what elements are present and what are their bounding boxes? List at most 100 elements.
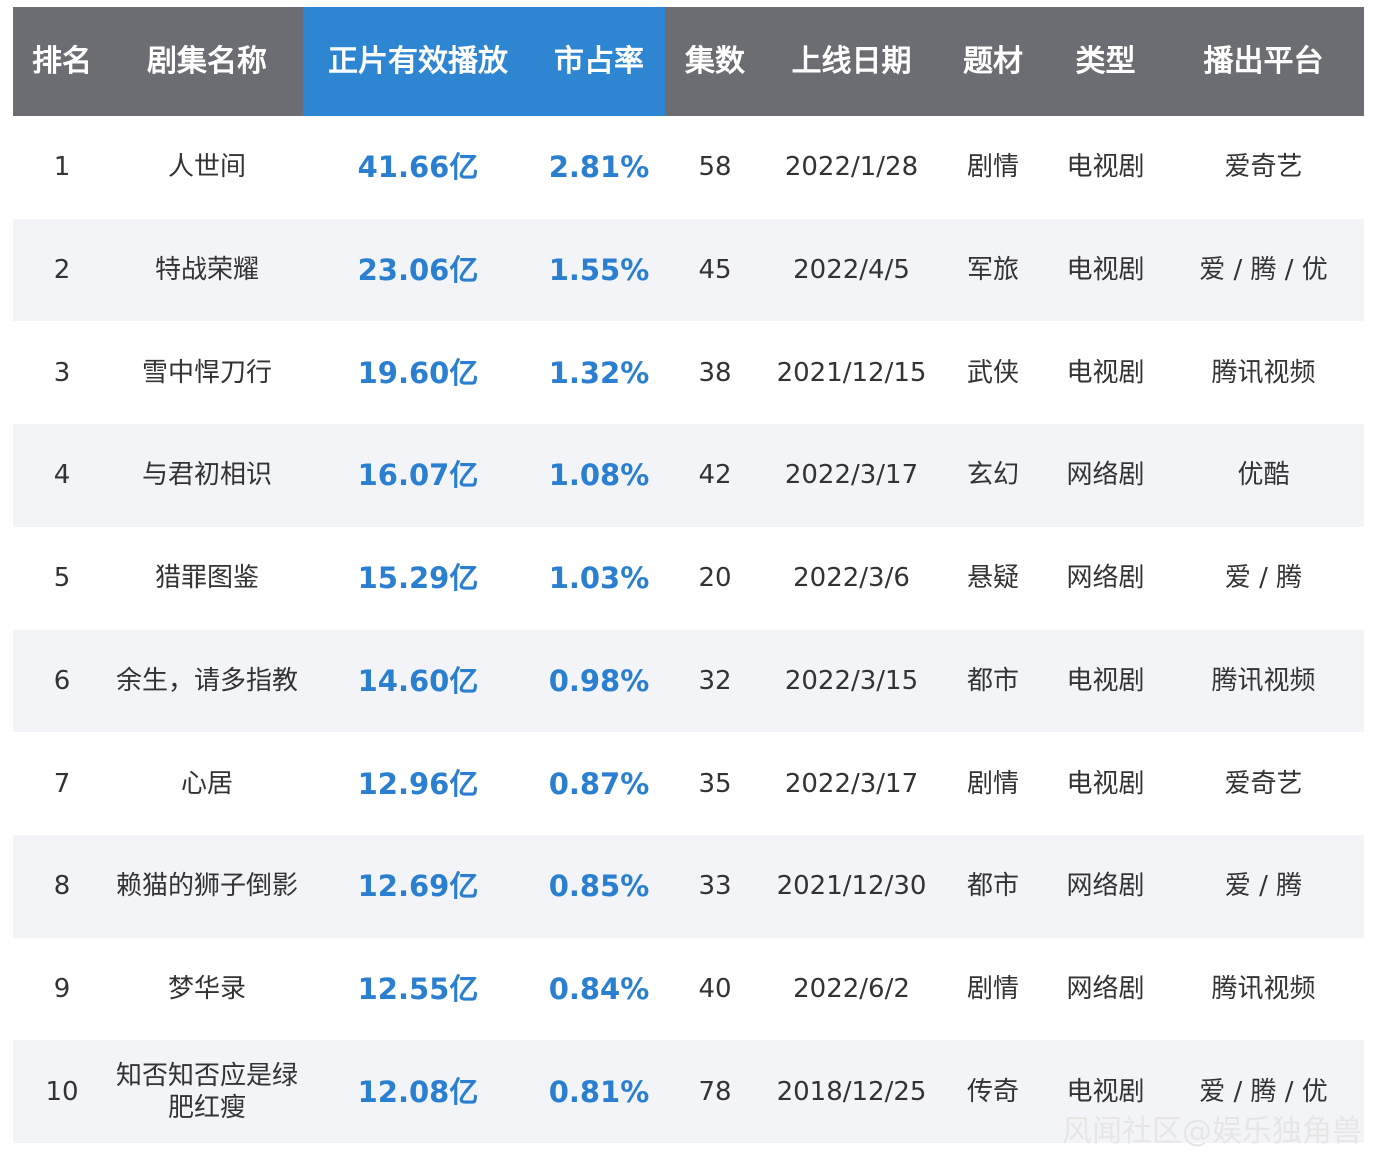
header-cell: 排名 [32,44,92,79]
table-cell: 41.66亿 [357,150,479,185]
table-cell: 8 [53,871,71,902]
table-cell: 爱 / 腾 [1224,871,1303,902]
header-cell: 题材 [963,44,1023,79]
table-cell: 14.60亿 [357,663,479,698]
table-cell: 人世间 [167,152,246,183]
table-cell: 电视剧 [1066,357,1145,388]
table-cell: 猎罪图鉴 [154,563,259,594]
table-cell: 42 [698,460,732,491]
table-cell: 12.08亿 [357,1074,479,1109]
table-row: 6 余生，请多指教 14.60亿 0.98% 32 2022/3/15 都市 电视剧 腾讯视频 [13,629,1364,733]
table-cell: 12.55亿 [357,971,479,1006]
table-row: 9 梦华录 12.55亿 0.84% 40 2022/6/2 剧情 网络剧 腾讯视频 [13,937,1364,1041]
table-cell: 35 [698,768,732,799]
table-cell: 15.29亿 [357,561,479,596]
table-cell: 爱奇艺 [1224,152,1303,183]
table-header: 排名 剧集名称 正片有效播放 市占率 集数 上线日期 题材 类型 播出平台 [13,7,1364,116]
table-cell: 电视剧 [1066,665,1145,696]
header-cell: 播出平台 [1203,44,1324,79]
table-cell: 0.81% [548,1074,650,1109]
table-cell: 12.69亿 [357,869,479,904]
table-cell: 剧情 [966,768,1019,799]
table-cell: 0.98% [548,663,650,698]
table-cell: 1 [53,152,71,183]
table-cell: 45 [698,255,732,286]
table-cell: 心居 [180,768,233,799]
table-cell: 悬疑 [966,563,1019,594]
header-cell: 剧集名称 [147,44,267,79]
table-cell: 爱 / 腾 [1224,563,1303,594]
table-cell: 7 [53,768,71,799]
table-row: 3 雪中悍刀行 19.60亿 1.32% 38 2021/12/15 武侠 电视剧 腾讯视频 [13,321,1364,425]
table-cell: 腾讯视频 [1211,357,1316,388]
table-cell: 23.06亿 [357,253,479,288]
table-cell: 78 [698,1076,732,1107]
table-cell: 梦华录 [167,973,246,1004]
table-cell: 传奇 [966,1076,1019,1107]
table-cell: 与君初相识 [141,460,272,491]
table-cell: 特战荣耀 [154,255,259,286]
table-cell: 2018/12/25 [776,1076,927,1107]
table-cell: 知否知否应是绿肥红瘦 [115,1060,298,1123]
table-cell: 2022/3/17 [784,768,919,799]
table-cell: 9 [53,973,71,1004]
table-cell: 都市 [966,871,1019,902]
table-cell: 2.81% [548,150,650,185]
header-cell: 市占率 [554,44,644,79]
header-cell: 上线日期 [791,44,912,79]
header-cell: 集数 [685,44,745,79]
table-cell: 0.87% [548,766,650,801]
table-cell: 雪中悍刀行 [141,357,272,388]
table-cell: 网络剧 [1066,460,1145,491]
table-cell: 2022/4/5 [793,255,910,286]
table-cell: 电视剧 [1066,768,1145,799]
table-cell: 剧情 [966,152,1019,183]
table-row: 4 与君初相识 16.07亿 1.08% 42 2022/3/17 玄幻 网络剧 优酷 [13,424,1364,527]
table-cell: 1.32% [548,355,650,390]
table-cell: 都市 [966,665,1019,696]
table-cell: 2022/3/15 [784,665,919,696]
table-cell: 剧情 [966,973,1019,1004]
table-cell: 2022/3/6 [793,563,910,594]
table-cell: 58 [698,152,732,183]
table-cell: 玄幻 [966,460,1019,491]
header-cell: 正片有效播放 [328,44,508,79]
table-cell: 爱 / 腾 / 优 [1199,255,1328,286]
table-cell: 电视剧 [1066,152,1145,183]
table-cell: 4 [53,460,71,491]
table-cell: 2 [53,255,71,286]
table-cell: 赖猫的狮子倒影 [115,871,298,902]
table-cell: 33 [698,871,732,902]
table-cell: 6 [53,665,71,696]
table-cell: 电视剧 [1066,255,1145,286]
ranking-table: 排名 剧集名称 正片有效播放 市占率 集数 上线日期 题材 类型 播出平台 1 人世间 41.66亿… [13,7,1364,1143]
table-cell: 12.96亿 [357,766,479,801]
table-row: 2 特战荣耀 23.06亿 1.55% 45 2022/4/5 军旅 电视剧 爱 / 腾 / 优 [13,218,1364,322]
table-cell: 2022/1/28 [784,152,919,183]
table-cell: 网络剧 [1066,973,1145,1004]
table-cell: 1.08% [548,458,650,493]
table-cell: 军旅 [966,255,1019,286]
table-cell: 2022/3/17 [784,460,919,491]
table-row: 7 心居 12.96亿 0.87% 35 2022/3/17 剧情 电视剧 爱奇艺 [13,732,1364,835]
table-cell: 20 [698,563,732,594]
table-cell: 5 [53,563,71,594]
table-cell: 1.55% [548,253,650,288]
table-cell: 2022/6/2 [793,973,910,1004]
table-cell: 余生，请多指教 [115,665,298,696]
table-row: 8 赖猫的狮子倒影 12.69亿 0.85% 33 2021/12/30 都市 网络剧 爱 / … [13,834,1364,938]
table-cell: 优酷 [1237,460,1290,491]
table-cell: 40 [698,973,732,1004]
table-row: 5 猎罪图鉴 15.29亿 1.03% 20 2022/3/6 悬疑 网络剧 爱 / 腾 [13,526,1364,630]
table-cell: 腾讯视频 [1211,973,1316,1004]
table-cell: 2021/12/15 [776,357,927,388]
table-cell: 3 [53,357,71,388]
table-cell: 网络剧 [1066,563,1145,594]
table-cell: 32 [698,665,732,696]
header-cell: 类型 [1075,44,1136,79]
table-cell: 腾讯视频 [1211,665,1316,696]
watermark-text: 风闻社区@娱乐独角兽 [1062,1114,1362,1149]
table-cell: 10 [45,1076,79,1107]
table-cell: 网络剧 [1066,871,1145,902]
table-cell: 武侠 [966,357,1019,388]
